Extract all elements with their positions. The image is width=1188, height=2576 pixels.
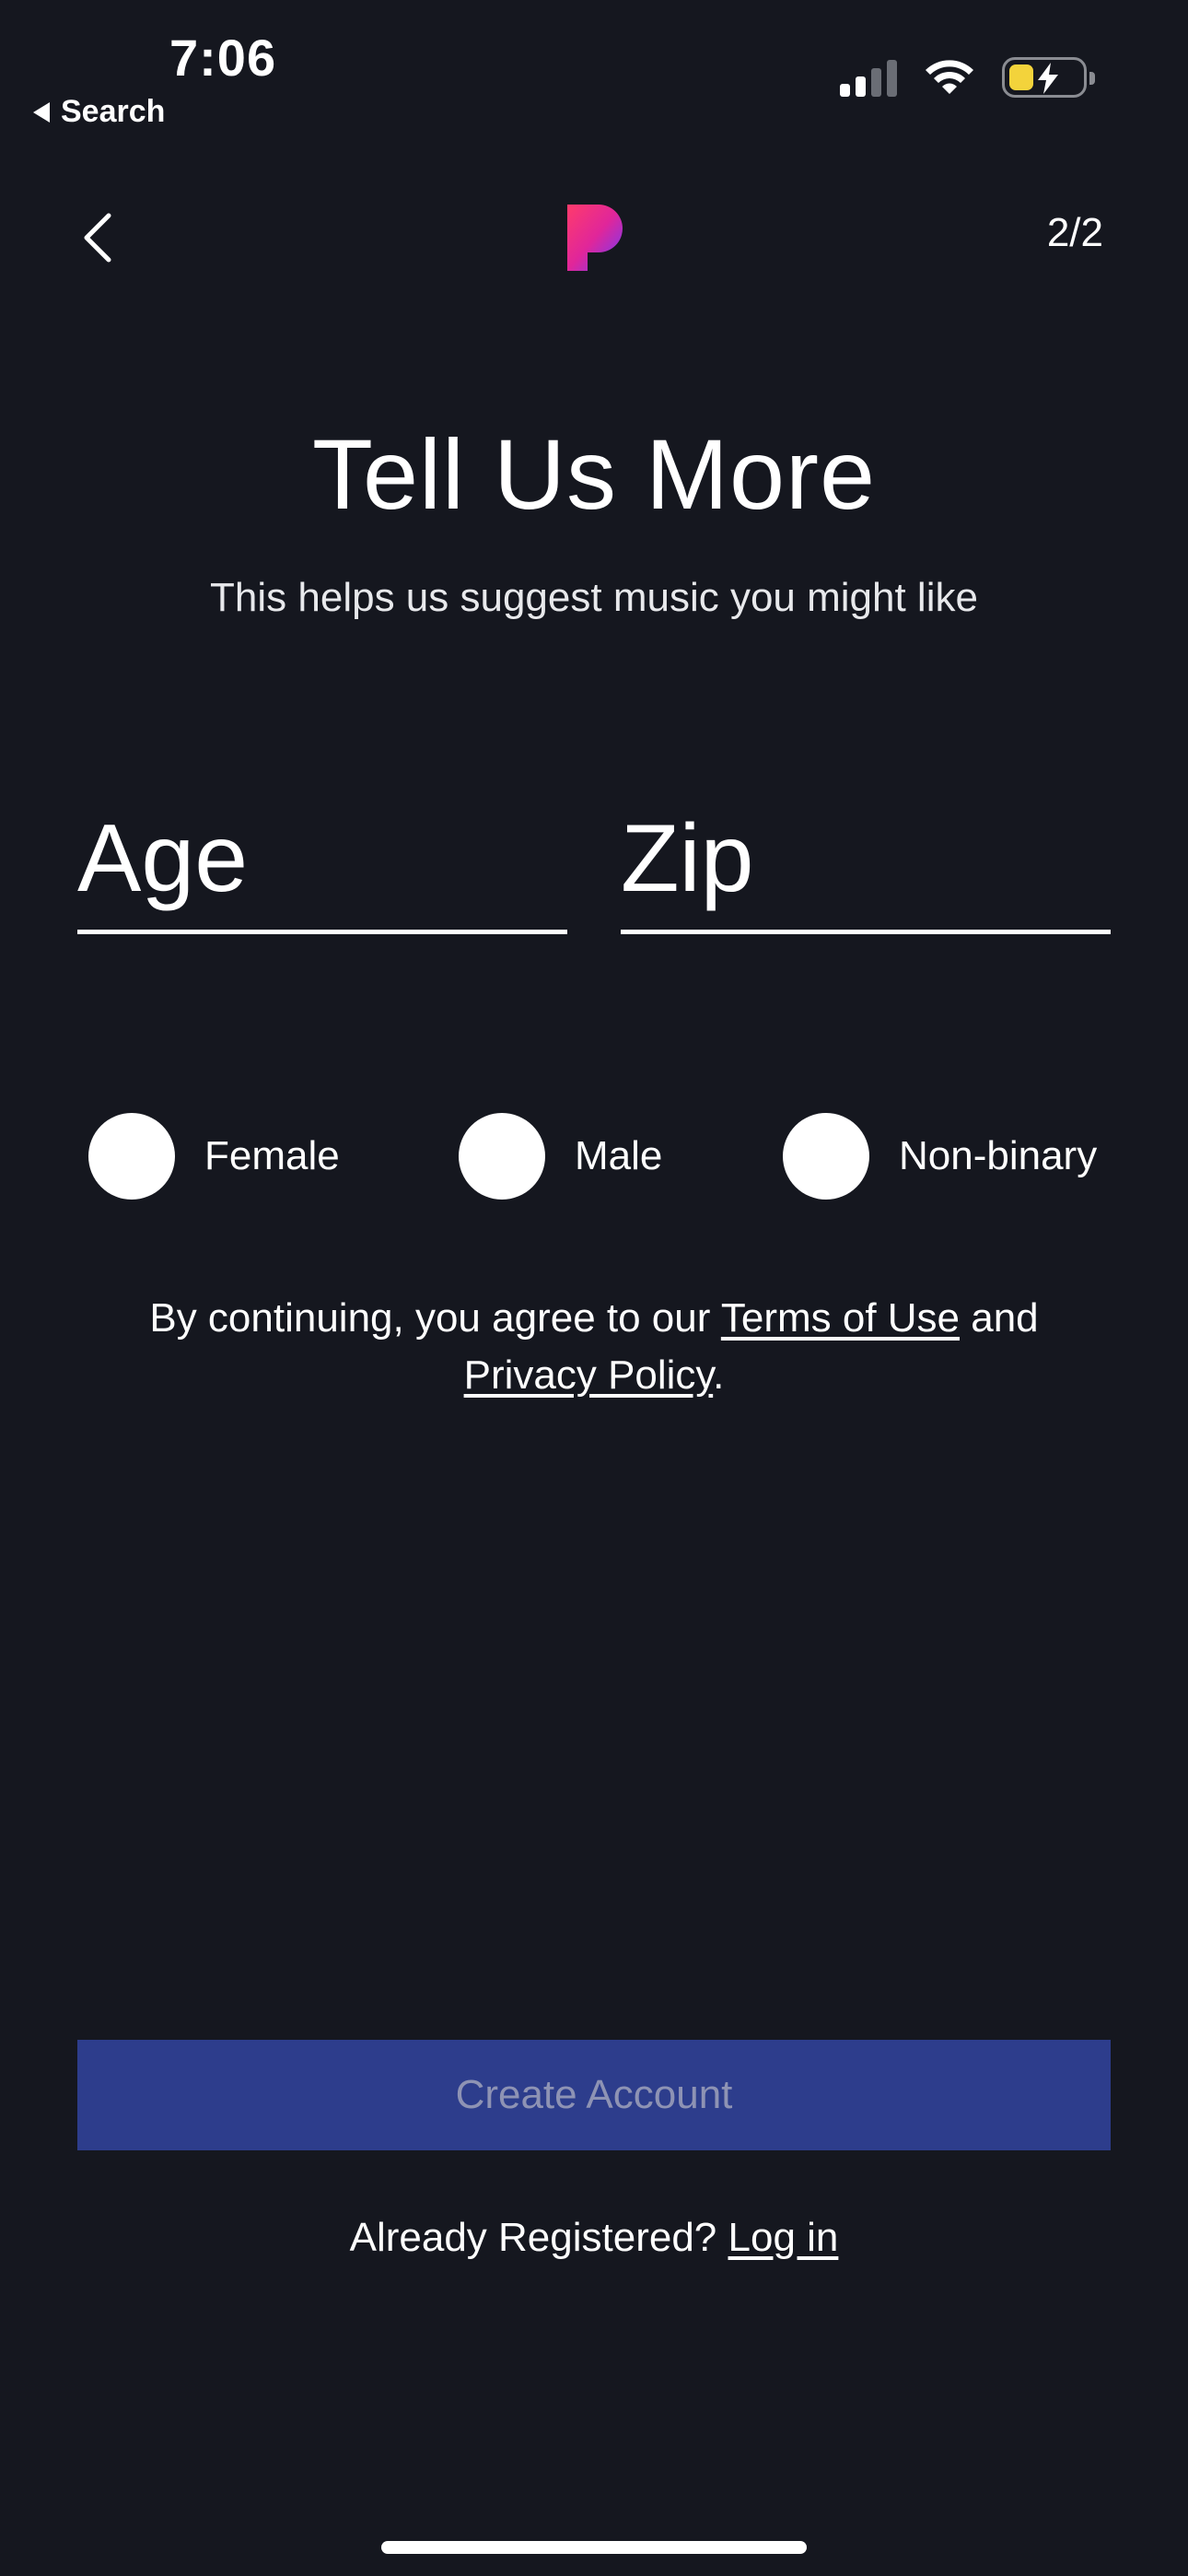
signal-icon [840,58,897,97]
chevron-left-icon[interactable] [68,205,127,271]
signup-screen: 7:06 Search 2/2 Tell Us More This helps … [0,0,1188,2576]
radio-circle-icon[interactable] [459,1113,545,1200]
age-field-container [77,794,567,934]
status-icons [840,57,1095,98]
status-time: 7:06 [169,29,277,87]
gender-option-female[interactable]: Female [88,1113,340,1200]
terms-suffix: . [713,1352,725,1398]
gender-label-non-binary: Non-binary [899,1133,1098,1178]
radio-circle-icon[interactable] [783,1113,869,1200]
page-title: Tell Us More [311,418,877,530]
pandora-logo-icon [567,205,623,271]
gender-option-non-binary[interactable]: Non-binary [783,1113,1097,1200]
gender-option-male[interactable]: Male [459,1113,662,1200]
step-indicator: 2/2 [1046,210,1103,255]
gender-label-female: Female [204,1133,340,1178]
battery-charging-icon [1002,57,1095,98]
back-to-search-label: Search [61,94,166,129]
privacy-policy-link[interactable]: Privacy Policy [464,1352,714,1398]
radio-circle-icon[interactable] [88,1113,175,1200]
terms-middle: and [960,1295,1039,1341]
gender-label-male: Male [575,1133,663,1178]
wifi-icon [926,60,973,94]
terms-prefix: By continuing, you agree to our [149,1295,721,1341]
already-registered-text: Already Registered? [349,2215,728,2260]
login-prompt: Already Registered? Log in [0,2215,1188,2261]
terms-text: By continuing, you agree to our Terms of… [83,1290,1105,1404]
zip-field-container [621,794,1111,934]
log-in-link[interactable]: Log in [728,2215,839,2260]
page-subtitle: This helps us suggest music you might li… [210,575,978,620]
age-input[interactable] [77,794,567,923]
back-triangle-icon [33,101,50,123]
home-indicator[interactable] [381,2541,807,2554]
zip-input[interactable] [621,794,1111,923]
terms-of-use-link[interactable]: Terms of Use [721,1295,960,1341]
back-to-search-link[interactable]: Search [33,94,165,130]
create-account-button[interactable]: Create Account [77,2040,1111,2150]
